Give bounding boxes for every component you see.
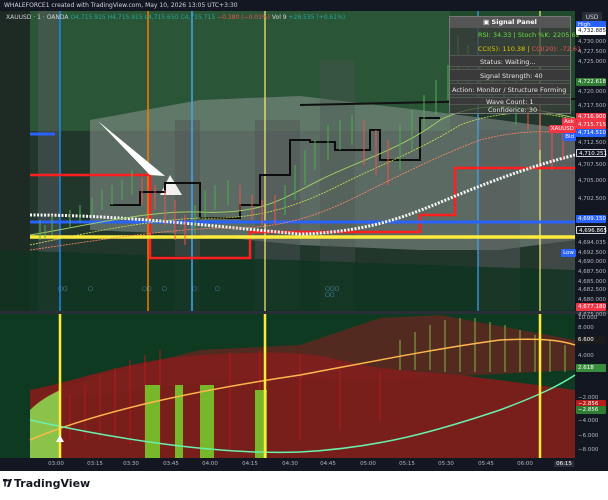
legend-delta: +28.535 (+0.61%) [288, 14, 346, 21]
time-label: 03:15 [87, 461, 103, 467]
time-label: 04:15 [242, 461, 258, 467]
time-label: 04:45 [320, 461, 336, 467]
time-label: 04:00 [202, 461, 218, 467]
pair-tag: XAUUSD [548, 125, 576, 133]
brand-name: TradingView [14, 477, 91, 490]
status-readout: Status: Waiting... [480, 58, 536, 66]
confidence-readout: Confidence: 30 [488, 106, 538, 114]
time-label: 03:45 [163, 461, 179, 467]
time-label: 06:15 [554, 461, 574, 467]
svg-text:▢: ▢ [162, 286, 167, 292]
low-tag: Low [561, 249, 576, 257]
price-label: 4,712.500 [578, 140, 606, 146]
tradingview-logo-icon [3, 479, 12, 487]
price-label: 4,710.251 [576, 149, 607, 157]
oscillator-label: −2.856 [576, 406, 606, 414]
price-label: 4,699.150 [576, 215, 606, 223]
svg-text:▢: ▢ [88, 286, 93, 292]
price-label: 4,715.715 [576, 121, 606, 129]
time-label: 03:30 [123, 461, 139, 467]
oscillator-label: −4.000 [578, 418, 599, 424]
time-label: 04:30 [282, 461, 298, 467]
footer-bar [0, 471, 608, 500]
price-label: 4,714.510 [576, 129, 606, 137]
chart-window: WHALEFORCE1 created with TradingView.com… [0, 0, 608, 500]
legend-change: −0.380 (−0.01%) [217, 14, 270, 21]
price-label: 4,717.500 [578, 103, 606, 109]
signal-panel-header: ▣ Signal Panel [450, 17, 570, 28]
wave-readout: Wave Count: 1 [486, 98, 534, 106]
window-title: WHALEFORCE1 created with TradingView.com… [0, 0, 608, 11]
legend-symbol[interactable]: XAUUSD · 1 · OANDA [6, 14, 69, 21]
legend-close: C4,715.715 [180, 14, 216, 21]
bid-tag: Bid [563, 133, 576, 141]
price-label: 4,682.500 [578, 287, 606, 293]
price-label: 4,705.000 [578, 178, 606, 184]
oscillator-label: 6.600 [576, 336, 606, 344]
legend-open: O4,715.915 [70, 14, 106, 21]
time-label: 03:00 [48, 461, 64, 467]
panel-icon: ▣ [483, 18, 492, 26]
price-label: 4,722.618 [576, 78, 606, 86]
signal-panel-title: Signal Panel [491, 18, 537, 26]
svg-text:▢▢: ▢▢ [142, 286, 152, 292]
price-label: 4,687.500 [578, 269, 606, 275]
price-label: 4,690.000 [578, 259, 606, 265]
price-label: 4,696.865 [576, 226, 607, 234]
price-label: 4,720.000 [578, 89, 606, 95]
price-label: 4,707.500 [578, 162, 606, 168]
oscillator-label: 2.618 [576, 364, 606, 372]
cci-readout: CCI(5): 110.38 | CCI(20): -72.61 [478, 45, 581, 53]
cci-slow: CCI(20): -72.61 [531, 45, 582, 53]
price-label: 4,692.500 [578, 250, 606, 256]
time-label: 05:00 [360, 461, 376, 467]
legend-high: H4,715.915 [107, 14, 143, 21]
price-label: 4,732.885 [576, 27, 606, 35]
oscillator-label: 8.000 [578, 325, 594, 331]
price-label: 4,725.000 [578, 59, 606, 65]
oscillator-label: −6.000 [578, 433, 599, 439]
svg-text:▢: ▢ [192, 286, 197, 292]
price-label: 4,685.000 [578, 279, 606, 285]
price-label: 4,727.500 [578, 49, 606, 55]
time-label: 05:30 [438, 461, 454, 467]
legend-volume: Vol 9 [271, 14, 287, 21]
strength-readout: Signal Strength: 40 [480, 72, 543, 80]
signal-panel: ▣ Signal Panel RSI: 34.33 | Stoch %K: 22… [449, 16, 581, 114]
oscillator-label: −8.000 [578, 447, 599, 453]
svg-text:▢▢: ▢▢ [58, 286, 68, 292]
price-label: 4,677.180 [576, 303, 606, 311]
price-label: 4,694.035 [578, 240, 606, 246]
price-label: 4,702.500 [578, 196, 606, 202]
time-label: 05:45 [478, 461, 494, 467]
legend-low: L4,715.650 [144, 14, 179, 21]
oscillator-label: 4.000 [578, 353, 594, 359]
time-label: 06:00 [517, 461, 533, 467]
svg-text:▢▢: ▢▢ [325, 292, 335, 298]
time-label: 05:15 [399, 461, 415, 467]
cci-fast: CCI(5): 110.38 | [478, 45, 530, 53]
action-readout: Action: Monitor / Structure Forming [452, 86, 567, 94]
price-label: 4,730.000 [578, 39, 606, 45]
symbol-legend: XAUUSD · 1 · OANDA O4,715.915 H4,715.915… [6, 14, 345, 21]
svg-text:▢: ▢ [215, 286, 220, 292]
oscillator-label: 10.000 [578, 315, 598, 321]
price-label: 4,716.900 [576, 113, 606, 121]
rsi-readout: RSI: 34.33 | Stoch %K: 2205.62 [478, 31, 580, 39]
